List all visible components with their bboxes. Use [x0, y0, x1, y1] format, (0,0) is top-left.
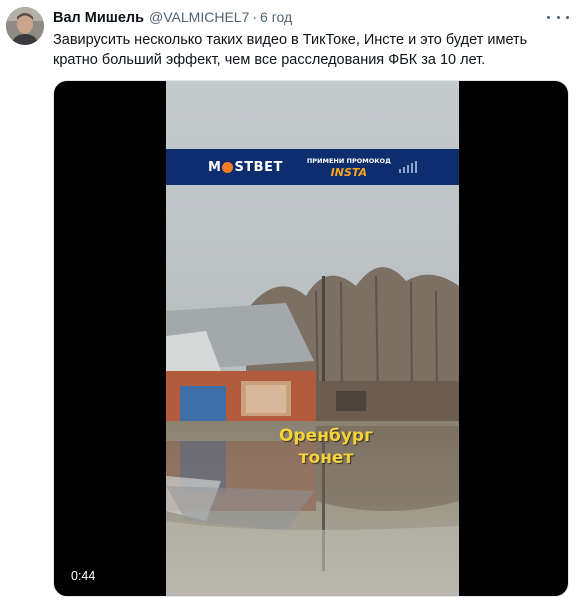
promo-code: INSTA [330, 166, 368, 179]
promo-label: ПРИМЕНИ ПРОМОКОД [306, 157, 391, 165]
logo-star-icon [222, 161, 234, 173]
timestamp[interactable]: 6 год [260, 9, 292, 25]
signal-bars-icon [398, 161, 417, 173]
logo-text: STBET [234, 159, 283, 175]
video-caption: Оренбург тонет [226, 425, 426, 469]
tweet-text: Завирусить несколько таких видео в ТикТо… [53, 32, 528, 68]
separator-dot: · [252, 9, 258, 25]
video-player[interactable]: M STBET ПРИМЕНИ ПРОМОКОД INSTA Оренбург т… [53, 80, 569, 597]
caption-line-2: тонет [298, 448, 354, 468]
avatar[interactable] [6, 7, 44, 45]
author-name[interactable]: Вал Мишель [53, 10, 144, 26]
caption-line-1: Оренбург [279, 426, 373, 446]
ad-banner: M STBET ПРИМЕНИ ПРОМОКОД INSTA [166, 149, 459, 185]
video-frame[interactable]: M STBET ПРИМЕНИ ПРОМОКОД INSTA Оренбург т… [166, 81, 459, 596]
mostbet-logo: M STBET [208, 160, 283, 175]
more-horizontal-icon[interactable] [547, 9, 569, 25]
logo-letter: M [208, 159, 222, 175]
video-duration: 0:44 [68, 568, 99, 584]
tweet-header: Вал Мишель @VALMICHEL7 · 6 год [53, 9, 292, 27]
avatar-image [6, 7, 44, 45]
author-handle[interactable]: @VALMICHEL7 [149, 9, 249, 25]
tweet[interactable]: Вал Мишель @VALMICHEL7 · 6 год Завирусит… [0, 0, 583, 605]
promo-block: ПРИМЕНИ ПРОМОКОД INSTA [307, 156, 391, 178]
